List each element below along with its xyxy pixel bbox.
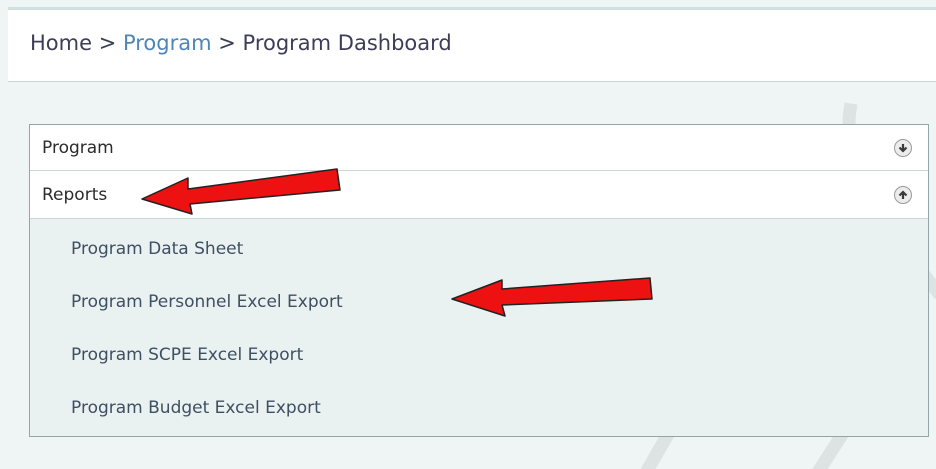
breadcrumb-separator: > [92,31,123,55]
breadcrumb-home[interactable]: Home [30,31,92,55]
program-scpe-excel-export-link[interactable]: Program SCPE Excel Export [71,345,303,365]
accordion-header-reports[interactable]: Reports [30,171,928,219]
accordion-header-label: Reports [42,184,108,205]
breadcrumb: Home > Program > Program Dashboard [30,31,452,55]
breadcrumb-bar: Home > Program > Program Dashboard [8,10,936,82]
accordion-header-label: Program [42,137,114,158]
dashboard-accordion: Program Reports Program Data Sheet Progr… [29,124,929,437]
breadcrumb-current: Program Dashboard [242,31,452,55]
breadcrumb-separator: > [211,31,243,55]
program-personnel-excel-export-link[interactable]: Program Personnel Excel Export [71,292,343,312]
program-data-sheet-link[interactable]: Program Data Sheet [71,239,243,259]
breadcrumb-program[interactable]: Program [123,31,212,55]
accordion-header-program[interactable]: Program [30,125,928,171]
program-budget-excel-export-link[interactable]: Program Budget Excel Export [71,398,321,418]
circle-arrow-up-icon[interactable] [894,185,912,204]
circle-arrow-down-icon[interactable] [894,138,912,157]
